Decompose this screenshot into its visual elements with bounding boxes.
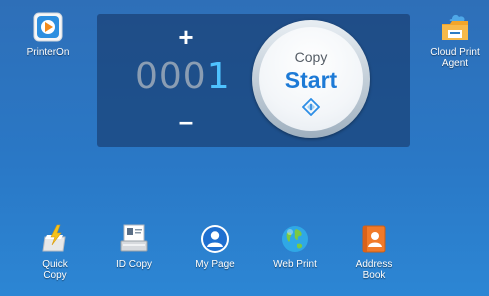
start-button-start-label: Start (284, 67, 338, 93)
cloud-print-agent-app[interactable]: Cloud Print Agent (422, 10, 488, 69)
increment-button[interactable]: + (171, 24, 201, 50)
home-screen: PrinterOn Cloud Print Agent + 0001 – Cop… (0, 0, 489, 296)
cloud-print-agent-label: Cloud Print Agent (430, 47, 480, 69)
quick-copy-label: Quick Copy (42, 259, 68, 281)
copy-panel: + 0001 – Copy Start (97, 14, 410, 147)
cloud-print-icon (438, 10, 472, 44)
my-page-label: My Page (195, 259, 235, 270)
address-book-label: Address Book (355, 259, 393, 281)
copy-count-value: 1 (206, 56, 231, 97)
web-print-app[interactable]: Web Print (264, 222, 326, 270)
address-book-app[interactable]: Address Book (346, 222, 402, 281)
web-print-icon (278, 222, 312, 256)
start-button-copy-label: Copy (294, 49, 328, 65)
start-diamond-icon (301, 97, 321, 121)
decrement-button[interactable]: – (171, 108, 201, 134)
web-print-label: Web Print (273, 259, 317, 270)
address-book-icon (357, 222, 391, 256)
my-page-app[interactable]: My Page (187, 222, 243, 270)
start-button-ring: Copy Start (252, 20, 370, 138)
copy-count-leading: 000 (135, 56, 207, 97)
printeron-label: PrinterOn (26, 47, 70, 58)
id-copy-icon (117, 222, 151, 256)
copy-count[interactable]: 0001 (135, 56, 231, 98)
printeron-icon (31, 10, 65, 44)
my-page-icon (198, 222, 232, 256)
id-copy-app[interactable]: ID Copy (106, 222, 162, 270)
quick-copy-app[interactable]: Quick Copy (30, 222, 80, 281)
id-copy-label: ID Copy (115, 259, 153, 270)
printeron-app[interactable]: PrinterOn (20, 10, 76, 58)
quick-copy-icon (38, 222, 72, 256)
copy-start-button[interactable]: Copy Start (259, 27, 363, 131)
